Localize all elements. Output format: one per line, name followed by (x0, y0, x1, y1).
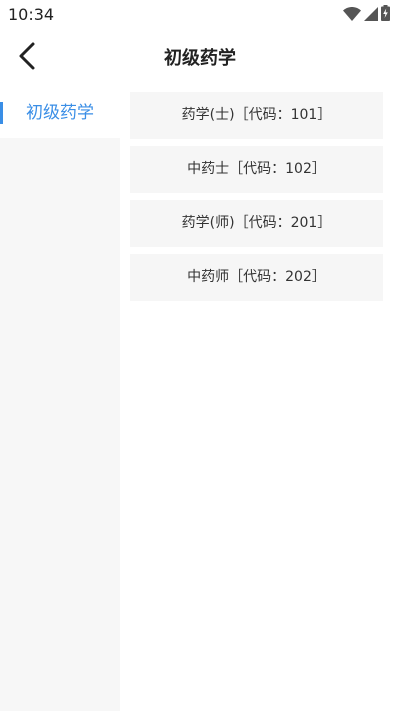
course-item-101[interactable]: 药学(士)［代码：101］ (130, 92, 383, 139)
app-header: 初级药学 (0, 30, 400, 88)
category-sidebar: 初级药学 (0, 88, 120, 711)
chevron-left-icon (17, 41, 39, 75)
course-item-201[interactable]: 药学(师)［代码：201］ (130, 200, 383, 247)
status-icons (343, 5, 390, 25)
course-item-102[interactable]: 中药士［代码：102］ (130, 146, 383, 193)
sidebar-item-label: 初级药学 (26, 103, 94, 123)
course-list: 药学(士)［代码：101］ 中药士［代码：102］ 药学(师)［代码：201］ … (120, 88, 400, 711)
signal-icon (364, 6, 378, 25)
page-title: 初级药学 (164, 48, 236, 69)
status-time: 10:34 (8, 5, 55, 24)
battery-charging-icon (381, 5, 390, 25)
course-item-202[interactable]: 中药师［代码：202］ (130, 254, 383, 301)
sidebar-item-primary-pharmacy[interactable]: 初级药学 (0, 88, 120, 138)
status-bar: 10:34 (0, 0, 400, 30)
back-button[interactable] (6, 36, 50, 80)
wifi-icon (343, 6, 361, 25)
